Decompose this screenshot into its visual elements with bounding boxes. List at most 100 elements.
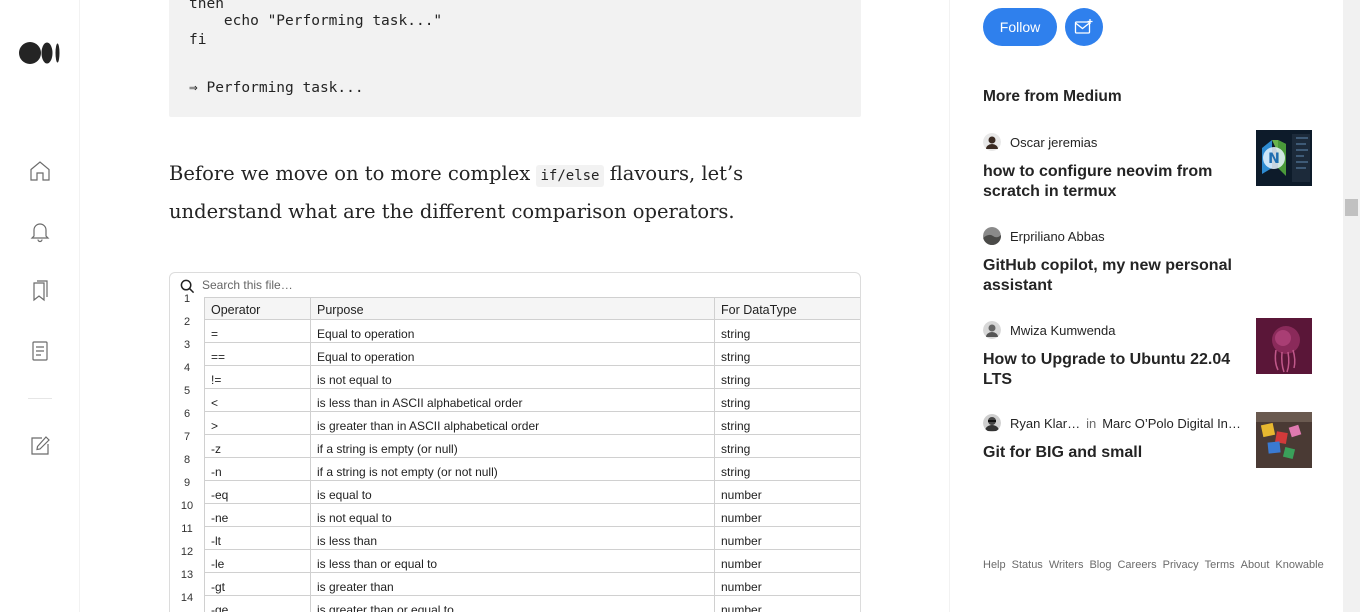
file-search-bar [170, 273, 860, 297]
sidebar-footer-links: Help Status Writers Blog Careers Privacy Terms… [983, 557, 1324, 573]
article-paragraph: Before we move on to more complex if/els… [169, 156, 861, 230]
story-author[interactable]: Mwiza Kumwenda [1010, 323, 1116, 338]
table-row: 8 -n if a string is not empty (or not null… [170, 454, 860, 481]
purpose-cell: is less than [311, 527, 715, 550]
code-line: then [189, 0, 224, 12]
story-author-row: Erpriliano Abbas [983, 226, 1105, 246]
footer-link-terms[interactable]: Terms [1205, 559, 1235, 571]
home-icon[interactable] [28, 159, 52, 183]
table-row: 6 > is greater than in ASCII alphabetical … [170, 408, 860, 435]
table-row: 12 -le is less than or equal to number [170, 546, 860, 573]
story-author-row: Ryan Klar… in Marc O’Polo Digital In… [983, 413, 1241, 433]
line-number: 13 [180, 569, 194, 581]
story-title[interactable]: GitHub copilot, my new personal assistan… [983, 256, 1233, 296]
footer-link-knowable[interactable]: Knowable [1275, 559, 1323, 571]
story-publication[interactable]: Marc O’Polo Digital In… [1102, 416, 1241, 431]
avatar [983, 414, 1001, 432]
table-row: 13 -gt is greater than number [170, 569, 860, 596]
footer-link-help[interactable]: Help [983, 559, 1006, 571]
datatype-cell: number [715, 504, 860, 527]
column-header-operator: Operator [204, 297, 311, 320]
line-number: 11 [181, 523, 193, 535]
column-header-purpose: Purpose [311, 297, 715, 320]
line-number: 5 [183, 385, 191, 397]
git-letters-thumbnail[interactable] [1256, 412, 1312, 468]
line-number: 7 [183, 431, 191, 443]
operator-cell: != [204, 366, 311, 389]
search-icon [180, 279, 195, 294]
purpose-cell: Equal to operation [311, 320, 715, 343]
purpose-cell: is less than in ASCII alphabetical order [311, 389, 715, 412]
purpose-cell: if a string is not empty (or not null) [311, 458, 715, 481]
purpose-cell: is less than or equal to [311, 550, 715, 573]
purpose-cell: is greater than or equal to [311, 596, 715, 612]
story-author[interactable]: Oscar jeremias [1010, 135, 1097, 150]
paragraph-text: Before we move on to more complex [169, 162, 537, 185]
datatype-cell: string [715, 435, 860, 458]
footer-link-writers[interactable]: Writers [1049, 559, 1084, 571]
more-from-medium-heading: More from Medium [983, 88, 1122, 105]
operator-cell: > [204, 412, 311, 435]
table-row: 5 < is less than in ASCII alphabetical ord… [170, 385, 860, 412]
ubuntu-jellyfish-thumbnail[interactable] [1256, 318, 1312, 374]
page-scrollbar[interactable] [1343, 0, 1360, 612]
operator-cell: -z [204, 435, 311, 458]
line-number: 8 [183, 454, 191, 466]
footer-link-blog[interactable]: Blog [1089, 559, 1111, 571]
datatype-cell: string [715, 389, 860, 412]
operator-cell: -eq [204, 481, 311, 504]
footer-link-about[interactable]: About [1241, 559, 1270, 571]
purpose-cell: is greater than in ASCII alphabetical or… [311, 412, 715, 435]
column-header-datatype: For DataType [715, 297, 860, 320]
line-number: 10 [180, 500, 194, 512]
operator-cell: < [204, 389, 311, 412]
write-icon[interactable] [28, 434, 52, 458]
line-number: 14 [180, 592, 194, 604]
file-search-input[interactable] [202, 277, 602, 293]
line-number: 4 [183, 362, 191, 374]
datatype-cell: string [715, 343, 860, 366]
story-author-row: Oscar jeremias [983, 132, 1097, 152]
purpose-cell: Equal to operation [311, 343, 715, 366]
footer-link-careers[interactable]: Careers [1117, 559, 1156, 571]
in-label: in [1086, 415, 1097, 431]
operator-cell: == [204, 343, 311, 366]
datatype-cell: number [715, 596, 860, 612]
right-sidebar: Follow More from Medium Oscar jeremias h… [949, 0, 1340, 612]
footer-link-privacy[interactable]: Privacy [1163, 559, 1199, 571]
datatype-cell: string [715, 366, 860, 389]
datatype-cell: string [715, 458, 860, 481]
story-author[interactable]: Ryan Klar… [1010, 416, 1080, 431]
table-row: 3 == Equal to operation string [170, 339, 860, 366]
purpose-cell: if a string is empty (or null) [311, 435, 715, 458]
footer-link-status[interactable]: Status [1012, 559, 1043, 571]
datatype-cell: string [715, 412, 860, 435]
datatype-cell: number [715, 573, 860, 596]
line-number: 6 [183, 408, 191, 420]
scrollbar-thumb[interactable] [1345, 199, 1358, 216]
story-title[interactable]: How to Upgrade to Ubuntu 22.04 LTS [983, 350, 1233, 390]
table-row: 4 != is not equal to string [170, 362, 860, 389]
story-title[interactable]: Git for BIG and small [983, 443, 1233, 463]
follow-button[interactable]: Follow [983, 8, 1057, 46]
mail-plus-icon [1074, 19, 1093, 34]
rail-divider [28, 398, 52, 399]
bell-icon[interactable] [28, 219, 52, 243]
stories-icon[interactable] [28, 339, 52, 363]
avatar [983, 321, 1001, 339]
story-author-row: Mwiza Kumwenda [983, 320, 1116, 340]
story-author[interactable]: Erpriliano Abbas [1010, 229, 1105, 244]
operator-cell: -lt [204, 527, 311, 550]
neovim-logo-thumbnail[interactable]: N [1256, 130, 1312, 186]
inline-code: if/else [536, 165, 604, 187]
avatar [983, 133, 1001, 151]
operator-cell: = [204, 320, 311, 343]
line-number: 3 [183, 339, 191, 351]
subscribe-button[interactable] [1065, 8, 1103, 46]
medium-logo-icon[interactable] [19, 41, 61, 65]
story-title[interactable]: how to configure neovim from scratch in … [983, 162, 1233, 202]
datatype-cell: number [715, 481, 860, 504]
purpose-cell: is equal to [311, 481, 715, 504]
bookmarks-icon[interactable] [28, 279, 52, 303]
datatype-cell: number [715, 527, 860, 550]
